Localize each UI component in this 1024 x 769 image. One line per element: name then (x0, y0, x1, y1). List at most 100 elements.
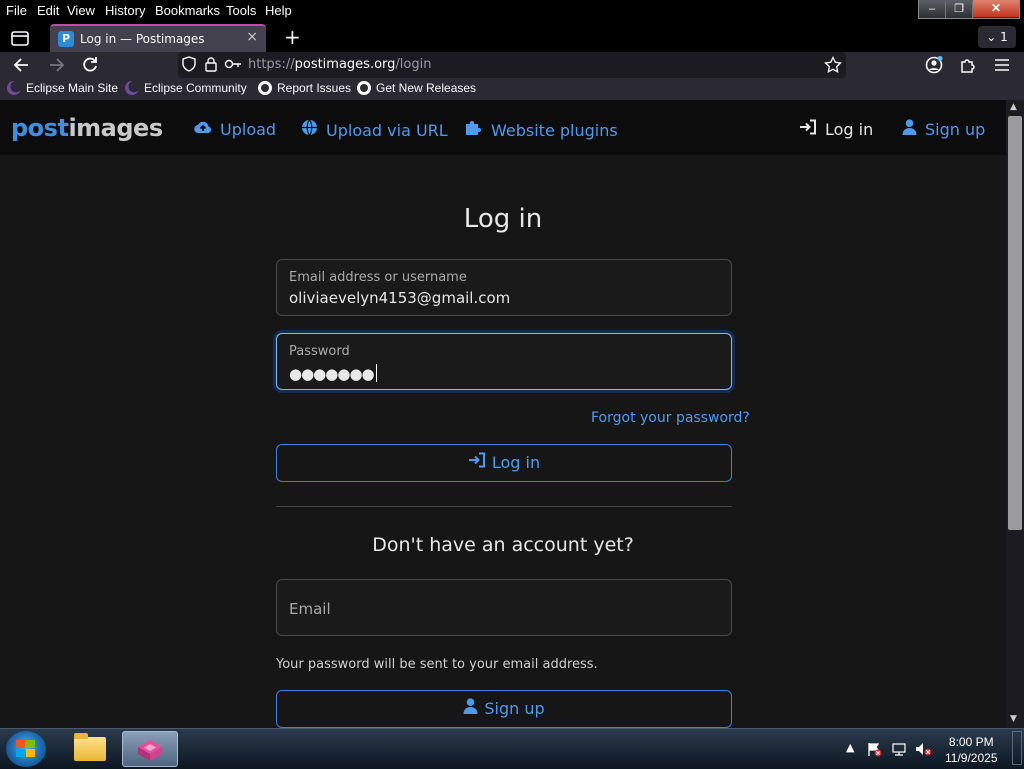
navigation-toolbar: https://postimages.org/login (0, 52, 1024, 78)
menu-history[interactable]: History (105, 3, 145, 18)
nav-login-link[interactable]: Log in (799, 119, 873, 139)
puzzle-icon (961, 59, 975, 73)
menu-bar: File Edit View History Bookmarks Tools H… (0, 0, 1024, 22)
folder-icon (74, 733, 106, 761)
windows-taskbar: ▲ 8:00 PM 11/9/2025 (0, 728, 1024, 769)
signup-title: Don't have an account yet? (372, 534, 634, 556)
account-button[interactable] (924, 55, 944, 75)
tab-overflow-button[interactable]: ⌄ 1 (978, 26, 1016, 48)
site-navbar: postimages Upload Upload via URL Website… (0, 100, 1006, 155)
user-icon (902, 119, 917, 139)
minimize-button[interactable]: ‒ (919, 1, 946, 18)
lock-icon[interactable] (202, 56, 220, 74)
network-icon[interactable] (891, 741, 907, 757)
arrow-left-icon (13, 58, 28, 72)
signup-email-placeholder: Email (289, 600, 331, 618)
sign-in-icon (799, 119, 817, 139)
nav-upload-url-link[interactable]: Upload via URL (301, 119, 448, 140)
tab-active[interactable]: P Log in — Postimages × (50, 24, 266, 52)
nav-signup-link[interactable]: Sign up (902, 119, 985, 139)
eclipse-icon (125, 81, 139, 95)
email-username-value: oliviaevelyn4153@gmail.com (289, 289, 511, 307)
github-icon (258, 81, 272, 95)
key-icon[interactable] (224, 56, 242, 74)
forward-button[interactable] (46, 55, 66, 75)
menu-tools[interactable]: Tools (226, 3, 256, 18)
bookmark-eclipse-main-site[interactable]: Eclipse Main Site (7, 81, 118, 95)
forgot-password-link[interactable]: Forgot your password? (591, 410, 750, 426)
arrow-right-icon (50, 58, 65, 72)
email-username-field[interactable]: Email address or username oliviaevelyn41… (276, 259, 732, 316)
menu-edit[interactable]: Edit (37, 3, 59, 18)
nav-upload-link[interactable]: Upload (194, 119, 276, 139)
menu-help[interactable]: Help (265, 3, 292, 18)
address-bar[interactable]: https://postimages.org/login (178, 52, 846, 78)
action-center-flag-icon[interactable] (866, 741, 882, 757)
user-icon (463, 691, 478, 727)
new-tab-button[interactable]: + (284, 25, 301, 49)
taskbar-browser[interactable] (122, 731, 178, 767)
hamburger-icon (995, 59, 1009, 71)
postimages-logo[interactable]: postimages (11, 114, 163, 142)
postimages-favicon-icon: P (58, 31, 74, 47)
cloud-upload-icon (194, 119, 212, 139)
system-clock[interactable]: 8:00 PM 11/9/2025 (945, 734, 998, 766)
show-hidden-icons-button[interactable]: ▲ (846, 741, 854, 754)
bookmark-eclipse-community[interactable]: Eclipse Community (125, 81, 247, 95)
login-title: Log in (463, 204, 543, 234)
clock-time: 8:00 PM (948, 735, 994, 749)
bookmark-get-new-releases[interactable]: Get New Releases (357, 81, 476, 95)
signup-email-field[interactable]: Email (276, 579, 732, 636)
start-button[interactable] (6, 731, 46, 767)
reload-icon (83, 57, 97, 72)
bookmark-report-issues[interactable]: Report Issues (258, 81, 351, 95)
tab-list-button[interactable] (6, 26, 34, 50)
menu-view[interactable]: View (67, 3, 95, 18)
close-tab-icon[interactable]: × (246, 29, 258, 45)
page-scrollbar[interactable]: ▲ ▼ (1006, 100, 1024, 728)
github-icon (357, 81, 371, 95)
clock-date: 11/9/2025 (945, 751, 998, 765)
globe-icon (301, 119, 318, 140)
bookmarks-toolbar: Eclipse Main Site Eclipse Community Repo… (0, 78, 1024, 100)
menu-bookmarks[interactable]: Bookmarks (155, 3, 220, 18)
window-controls: ‒ ❐ ✕ (918, 0, 1020, 19)
star-icon[interactable] (824, 55, 842, 74)
tab-list-icon (11, 31, 29, 46)
tab-title: Log in — Postimages (80, 32, 205, 46)
password-value: ●●●●●●● (289, 364, 377, 383)
maximize-button[interactable]: ❐ (946, 1, 973, 18)
taskbar-file-explorer[interactable] (62, 731, 118, 767)
reload-button[interactable] (80, 55, 100, 75)
signup-hint: Your password will be sent to your email… (276, 657, 598, 672)
scroll-up-icon[interactable]: ▲ (1010, 102, 1017, 112)
volume-muted-icon[interactable] (915, 741, 933, 757)
password-field[interactable]: Password ●●●●●●● (276, 333, 732, 390)
windows-logo-icon (16, 740, 36, 758)
url-text: https://postimages.org/login (248, 57, 432, 72)
signup-button[interactable]: Sign up (276, 690, 732, 728)
page-content: postimages Upload Upload via URL Website… (0, 100, 1006, 728)
scroll-down-icon[interactable]: ▼ (1010, 714, 1017, 724)
chevron-down-icon: ⌄ (986, 30, 997, 44)
scrollbar-thumb[interactable] (1008, 116, 1022, 530)
menu-file[interactable]: File (6, 3, 27, 18)
text-caret (375, 364, 377, 382)
shield-icon[interactable] (180, 56, 198, 74)
show-desktop-button[interactable] (1012, 731, 1022, 765)
app-menu-button[interactable] (992, 55, 1012, 75)
sign-in-icon (468, 445, 486, 481)
puzzle-piece-icon (465, 119, 483, 140)
close-window-button[interactable]: ✕ (973, 0, 1019, 17)
extensions-button[interactable] (958, 55, 978, 75)
tab-strip: P Log in — Postimages × + ⌄ 1 (0, 22, 1024, 52)
account-icon (925, 56, 943, 74)
tab-count: 1 (1000, 30, 1008, 44)
browser-app-icon (138, 740, 162, 761)
email-username-label: Email address or username (289, 270, 467, 285)
login-button[interactable]: Log in (276, 444, 732, 482)
password-label: Password (289, 344, 350, 359)
eclipse-icon (7, 81, 21, 95)
nav-plugins-link[interactable]: Website plugins (465, 119, 618, 140)
back-button[interactable] (12, 55, 32, 75)
